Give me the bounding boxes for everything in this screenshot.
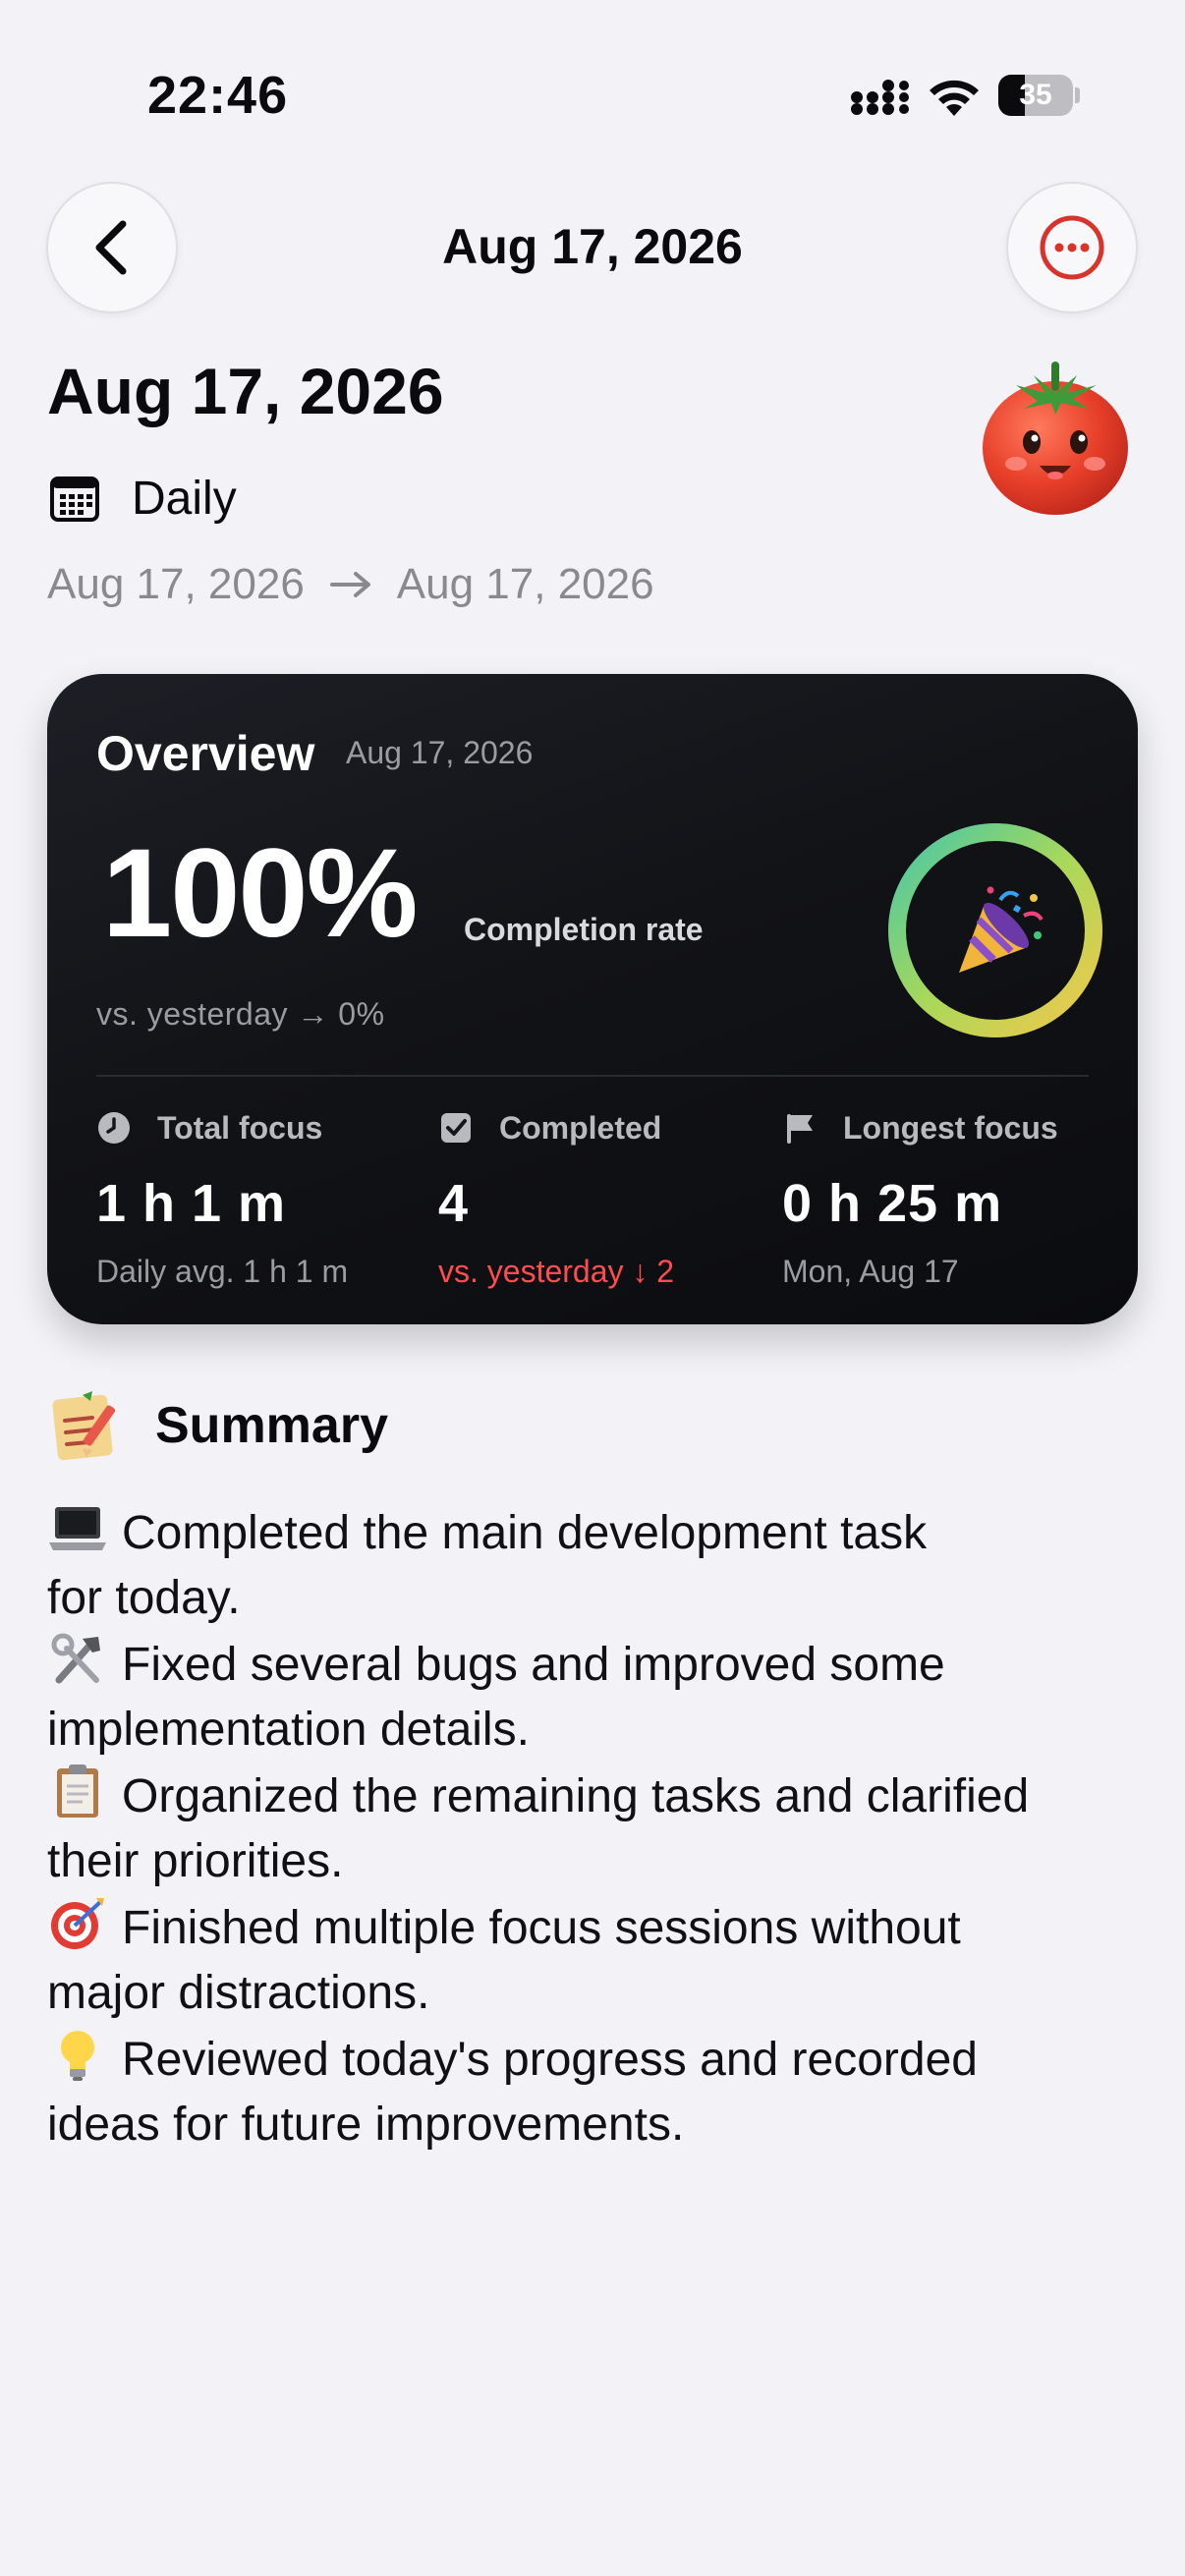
summary-text: Completed the main development task	[122, 1507, 928, 1559]
checkbox-icon	[441, 1113, 471, 1143]
tomato-icon	[983, 362, 1128, 515]
range-start: Aug 17, 2026	[47, 560, 305, 608]
hammer-wrench-icon	[51, 1633, 100, 1684]
stat-value: 0 h 25 m	[782, 1174, 1003, 1233]
nav-title: Aug 17, 2026	[442, 219, 743, 274]
stat-longest-focus: Longest focus 0 h 25 m Mon, Aug 17	[782, 1106, 1116, 1290]
overview-title: Overview	[96, 726, 315, 781]
calendar-icon	[50, 476, 99, 522]
summary-line-cont: for today.	[47, 1572, 241, 1624]
summary-line: Fixed several bugs and improved some	[47, 1631, 1138, 1698]
date-range: Aug 17, 2026 Aug 17, 2026	[47, 560, 654, 609]
period-row: Daily	[49, 468, 237, 529]
period-label: Daily	[132, 472, 237, 525]
summary-title: Summary	[155, 1397, 388, 1454]
signal-icon	[851, 80, 909, 115]
summary-line-cont: implementation details.	[47, 1704, 530, 1756]
summary-text: Fixed several bugs and improved some	[122, 1639, 945, 1691]
stat-value: 4	[438, 1174, 470, 1233]
arrow-right-icon	[329, 572, 370, 597]
light-bulb-icon	[61, 2031, 94, 2081]
vs-yesterday-rate: vs. yesterday → 0%	[96, 996, 385, 1032]
completion-rate-value: 100%	[102, 823, 418, 964]
overview-date: Aug 17, 2026	[346, 735, 534, 770]
memo-icon	[52, 1391, 116, 1461]
summary-line-cont: major distractions.	[47, 1967, 430, 2019]
target-icon	[51, 1898, 104, 1949]
stat-value: 1 h 1 m	[96, 1174, 287, 1233]
overview-divider	[96, 1075, 1089, 1077]
back-button[interactable]	[46, 182, 178, 313]
stat-label: Total focus	[157, 1109, 323, 1146]
summary-line-cont: ideas for future improvements.	[47, 2099, 685, 2151]
summary-body: Completed the main development task for …	[47, 1499, 1138, 2157]
stat-completed: Completed 4 vs. yesterday ↓ 2	[438, 1106, 772, 1290]
summary-line: Reviewed today's progress and recorded	[47, 2026, 1138, 2093]
stat-sub: Daily avg. 1 h 1 m	[96, 1254, 349, 1289]
wifi-icon	[930, 80, 979, 116]
summary-line: Completed the main development task	[47, 1499, 1138, 1566]
battery-level: 35	[1019, 79, 1052, 111]
completion-rate-label: Completion rate	[464, 912, 704, 947]
summary-text: Reviewed today's progress and recorded	[122, 2034, 978, 2086]
stat-label: Completed	[499, 1109, 662, 1146]
laptop-icon	[49, 1507, 106, 1550]
clock-icon	[98, 1112, 130, 1144]
summary-line: Organized the remaining tasks and clarif…	[47, 1763, 1138, 1829]
ellipsis-circle-icon	[1040, 215, 1104, 280]
summary-text: Finished multiple focus sessions without	[122, 1902, 961, 1954]
stat-sub: Mon, Aug 17	[782, 1254, 959, 1289]
summary-header: Summary	[49, 1387, 388, 1464]
clipboard-icon	[57, 1764, 98, 1818]
summary-line-cont: their priorities.	[47, 1835, 344, 1887]
party-popper-icon	[959, 886, 1044, 973]
summary-line: Finished multiple focus sessions without	[47, 1894, 1138, 1961]
summary-text: Organized the remaining tasks and clarif…	[122, 1770, 1030, 1822]
status-bar: 22:46 35	[0, 0, 1185, 187]
status-time: 22:46	[147, 66, 289, 125]
page-title: Aug 17, 2026	[47, 355, 444, 427]
overview-card: Overview Aug 17, 2026 100% Completion ra…	[47, 674, 1138, 1324]
stat-sub: vs. yesterday ↓ 2	[438, 1254, 675, 1289]
stat-total-focus: Total focus 1 h 1 m Daily avg. 1 h 1 m	[96, 1106, 430, 1290]
chevron-left-icon	[95, 220, 127, 275]
flag-icon	[787, 1114, 813, 1144]
battery-icon: 35	[998, 75, 1080, 116]
more-button[interactable]	[1006, 182, 1138, 313]
stat-label: Longest focus	[843, 1109, 1058, 1146]
range-end: Aug 17, 2026	[396, 560, 654, 608]
